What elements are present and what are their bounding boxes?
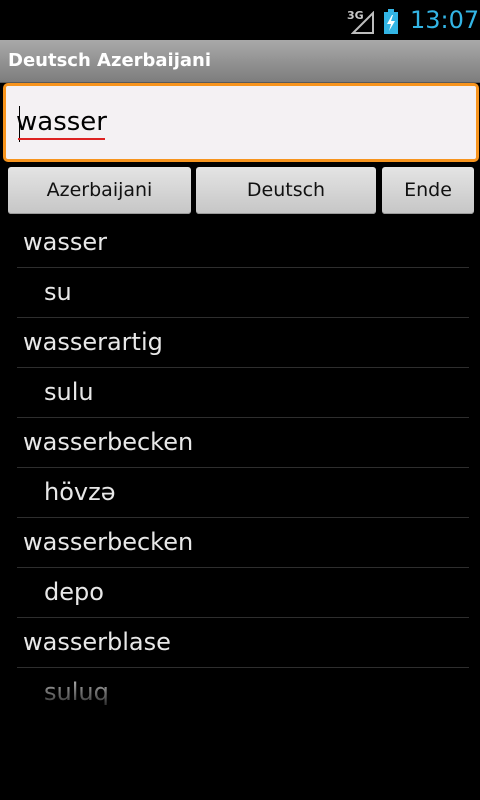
app-title: Deutsch Azerbaijani — [8, 50, 212, 71]
translation-text: su — [44, 278, 72, 306]
results-list: wasser su wasserartig sulu wasserbecken … — [17, 218, 469, 717]
status-bar: 3G 13:07 — [0, 0, 480, 38]
list-item-translation[interactable]: depo — [17, 568, 469, 618]
list-item-translation[interactable]: hövzə — [17, 468, 469, 518]
list-item-translation[interactable]: suluq — [17, 668, 469, 717]
translation-text: depo — [44, 578, 104, 606]
battery-charging-icon — [384, 9, 398, 34]
list-item-translation[interactable]: sulu — [17, 368, 469, 418]
clock: 13:07 — [410, 6, 480, 34]
list-item-word[interactable]: wasserbecken — [17, 418, 469, 468]
list-item-word[interactable]: wasserartig — [17, 318, 469, 368]
word-text: wasserbecken — [23, 528, 194, 556]
deutsch-button[interactable]: Deutsch — [196, 167, 376, 214]
word-text: wasserbecken — [23, 428, 194, 456]
word-text: wasser — [23, 228, 107, 256]
ende-button[interactable]: Ende — [382, 167, 474, 214]
list-item-word[interactable]: wasser — [17, 218, 469, 268]
search-field-container[interactable] — [3, 83, 479, 162]
translation-text: sulu — [44, 378, 94, 406]
search-input[interactable] — [16, 102, 456, 142]
signal-icon — [351, 11, 374, 34]
translation-text: hövzə — [44, 478, 116, 506]
azerbaijani-button[interactable]: Azerbaijani — [8, 167, 191, 214]
list-item-word[interactable]: wasserbecken — [17, 518, 469, 568]
list-item-translation[interactable]: su — [17, 268, 469, 318]
translation-text: suluq — [44, 678, 109, 706]
app-title-bar: Deutsch Azerbaijani — [0, 40, 480, 83]
word-text: wasserartig — [23, 328, 163, 356]
text-cursor — [19, 106, 20, 142]
list-item-word[interactable]: wasserblase — [17, 618, 469, 668]
spellcheck-underline — [18, 138, 105, 140]
word-text: wasserblase — [23, 628, 171, 656]
